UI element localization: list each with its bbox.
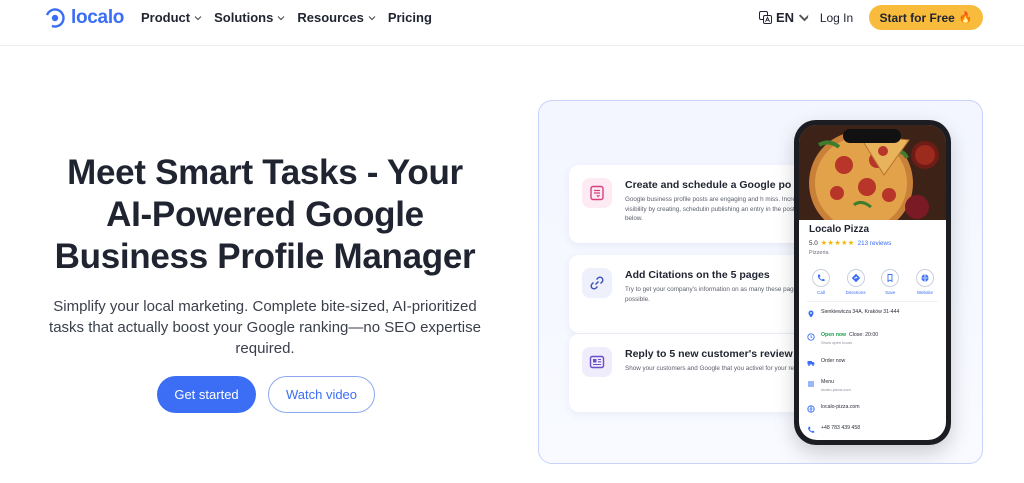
logo[interactable]: localo xyxy=(44,7,124,29)
task-description: Show your customers and Google that you … xyxy=(625,365,819,372)
menu-list-icon xyxy=(808,381,814,387)
task-card[interactable]: Create and schedule a Google po Google b… xyxy=(569,165,819,243)
get-started-button[interactable]: Get started xyxy=(157,376,256,413)
nav-product[interactable]: Product xyxy=(141,10,202,25)
action-label: Directions xyxy=(845,290,866,295)
watch-video-button[interactable]: Watch video xyxy=(268,376,375,413)
hours-row: Open now Close: 20:00 Show open hours xyxy=(807,332,941,346)
address-text: Sienkiewicza 34A, Kraków 31-444 xyxy=(821,309,900,315)
rating-value: 5.0 xyxy=(809,239,818,247)
website-action[interactable]: Website xyxy=(911,269,939,295)
menu-text: Menu localo-pizza.com xyxy=(821,379,851,393)
hours-text: Open now Close: 20:00 Show open hours xyxy=(821,332,878,346)
review-icon xyxy=(582,347,612,377)
pizza-photo xyxy=(799,125,946,235)
start-free-button[interactable]: Start for Free 🔥 xyxy=(869,5,983,30)
post-calendar-icon xyxy=(582,178,612,208)
fire-icon: 🔥 xyxy=(958,12,973,24)
phone-screen: Localo Pizza 5.0 ★★★★★ 213 reviews Pizze… xyxy=(799,125,946,440)
localo-logo-icon xyxy=(45,8,65,28)
menu-label: Menu xyxy=(821,379,834,385)
task-description: Try to get your company's information on… xyxy=(625,286,809,303)
action-label: Call xyxy=(817,290,825,295)
menu-row[interactable]: Menu localo-pizza.com xyxy=(807,379,941,393)
close-time: Close: 20:00 xyxy=(848,332,879,338)
link-icon xyxy=(582,268,612,298)
task-title: Reply to 5 new customer's review xyxy=(625,348,793,360)
hero-subtitle: Simplify your local marketing. Complete … xyxy=(49,298,481,357)
website-row[interactable]: localo-pizza.com xyxy=(807,404,941,413)
hero-title-line-3: Business Profile Manager xyxy=(54,237,476,276)
reviews-link[interactable]: 213 reviews xyxy=(858,240,892,247)
hours-link[interactable]: Show open hours xyxy=(821,339,878,346)
business-name: Localo Pizza xyxy=(809,224,870,235)
action-label: Website xyxy=(916,290,934,295)
bookmark-icon xyxy=(887,274,893,283)
nav-pricing[interactable]: Pricing xyxy=(388,10,432,25)
task-card[interactable]: Reply to 5 new customer's review Show yo… xyxy=(569,334,819,412)
task-title: Add Citations on the 5 pages xyxy=(625,269,770,281)
call-action[interactable]: Call xyxy=(807,269,835,295)
language-label: EN xyxy=(776,10,795,25)
phone-icon xyxy=(817,274,825,282)
task-card[interactable]: Add Citations on the 5 pages Try to get … xyxy=(569,255,819,333)
delivery-truck-icon xyxy=(807,361,815,366)
hero-title-line-2: AI-Powered Google xyxy=(106,195,424,234)
nav-pricing-label: Pricing xyxy=(387,10,432,25)
start-free-label: Start for Free xyxy=(879,10,955,25)
chevron-down-icon xyxy=(368,15,376,20)
nav-product-label: Product xyxy=(141,10,191,25)
translate-icon xyxy=(759,11,772,24)
chevron-down-icon xyxy=(277,15,285,20)
login-button[interactable]: Log In xyxy=(808,5,865,30)
address-row: Sienkiewicza 34A, Kraków 31-444 xyxy=(807,309,941,318)
task-description: Google business profile posts are engagi… xyxy=(625,196,819,222)
logo-text: localo xyxy=(71,7,125,28)
showcase-panel: Create and schedule a Google po Google b… xyxy=(538,100,983,464)
website-text: localo-pizza.com xyxy=(821,404,860,410)
action-row: Call Directions Save Website xyxy=(807,269,939,295)
directions-action[interactable]: Directions xyxy=(842,269,870,295)
task-title: Create and schedule a Google po xyxy=(625,179,792,191)
nav-solutions-label: Solutions xyxy=(214,10,274,25)
phone-icon xyxy=(808,426,815,433)
hero-title-line-1: Meet Smart Tasks - Your xyxy=(67,153,463,192)
open-status: Open now xyxy=(821,332,847,338)
menu-url: localo-pizza.com xyxy=(821,387,851,392)
phone-notch xyxy=(843,129,901,143)
nav-resources[interactable]: Resources xyxy=(297,10,376,25)
main-nav: Product Solutions Resources Pricing xyxy=(141,10,432,25)
order-text: Order now xyxy=(821,358,846,364)
divider xyxy=(807,301,938,302)
directions-icon xyxy=(851,273,860,283)
site-header: localo Product Solutions Resources Prici… xyxy=(0,0,1024,46)
nav-solutions[interactable]: Solutions xyxy=(214,10,285,25)
phone-row[interactable]: +48 783 439 458 xyxy=(807,425,941,434)
globe-icon xyxy=(807,405,815,413)
hero-title: Meet Smart Tasks - Your AI-Powered Googl… xyxy=(30,152,500,278)
save-action[interactable]: Save xyxy=(876,269,904,295)
globe-icon xyxy=(921,274,929,282)
rating-row: 5.0 ★★★★★ 213 reviews xyxy=(809,239,892,248)
star-rating-icon: ★★★★★ xyxy=(820,240,855,247)
chevron-down-icon xyxy=(194,15,202,20)
business-category: Pizzeria xyxy=(809,250,829,256)
action-label: Save xyxy=(885,290,896,295)
order-row[interactable]: Order now xyxy=(807,358,941,367)
location-pin-icon xyxy=(808,310,814,318)
phone-number-text: +48 783 439 458 xyxy=(821,425,861,431)
nav-resources-label: Resources xyxy=(297,10,364,25)
language-selector[interactable]: EN xyxy=(759,10,811,25)
phone-mockup: Localo Pizza 5.0 ★★★★★ 213 reviews Pizze… xyxy=(794,120,951,445)
clock-icon xyxy=(807,333,815,341)
